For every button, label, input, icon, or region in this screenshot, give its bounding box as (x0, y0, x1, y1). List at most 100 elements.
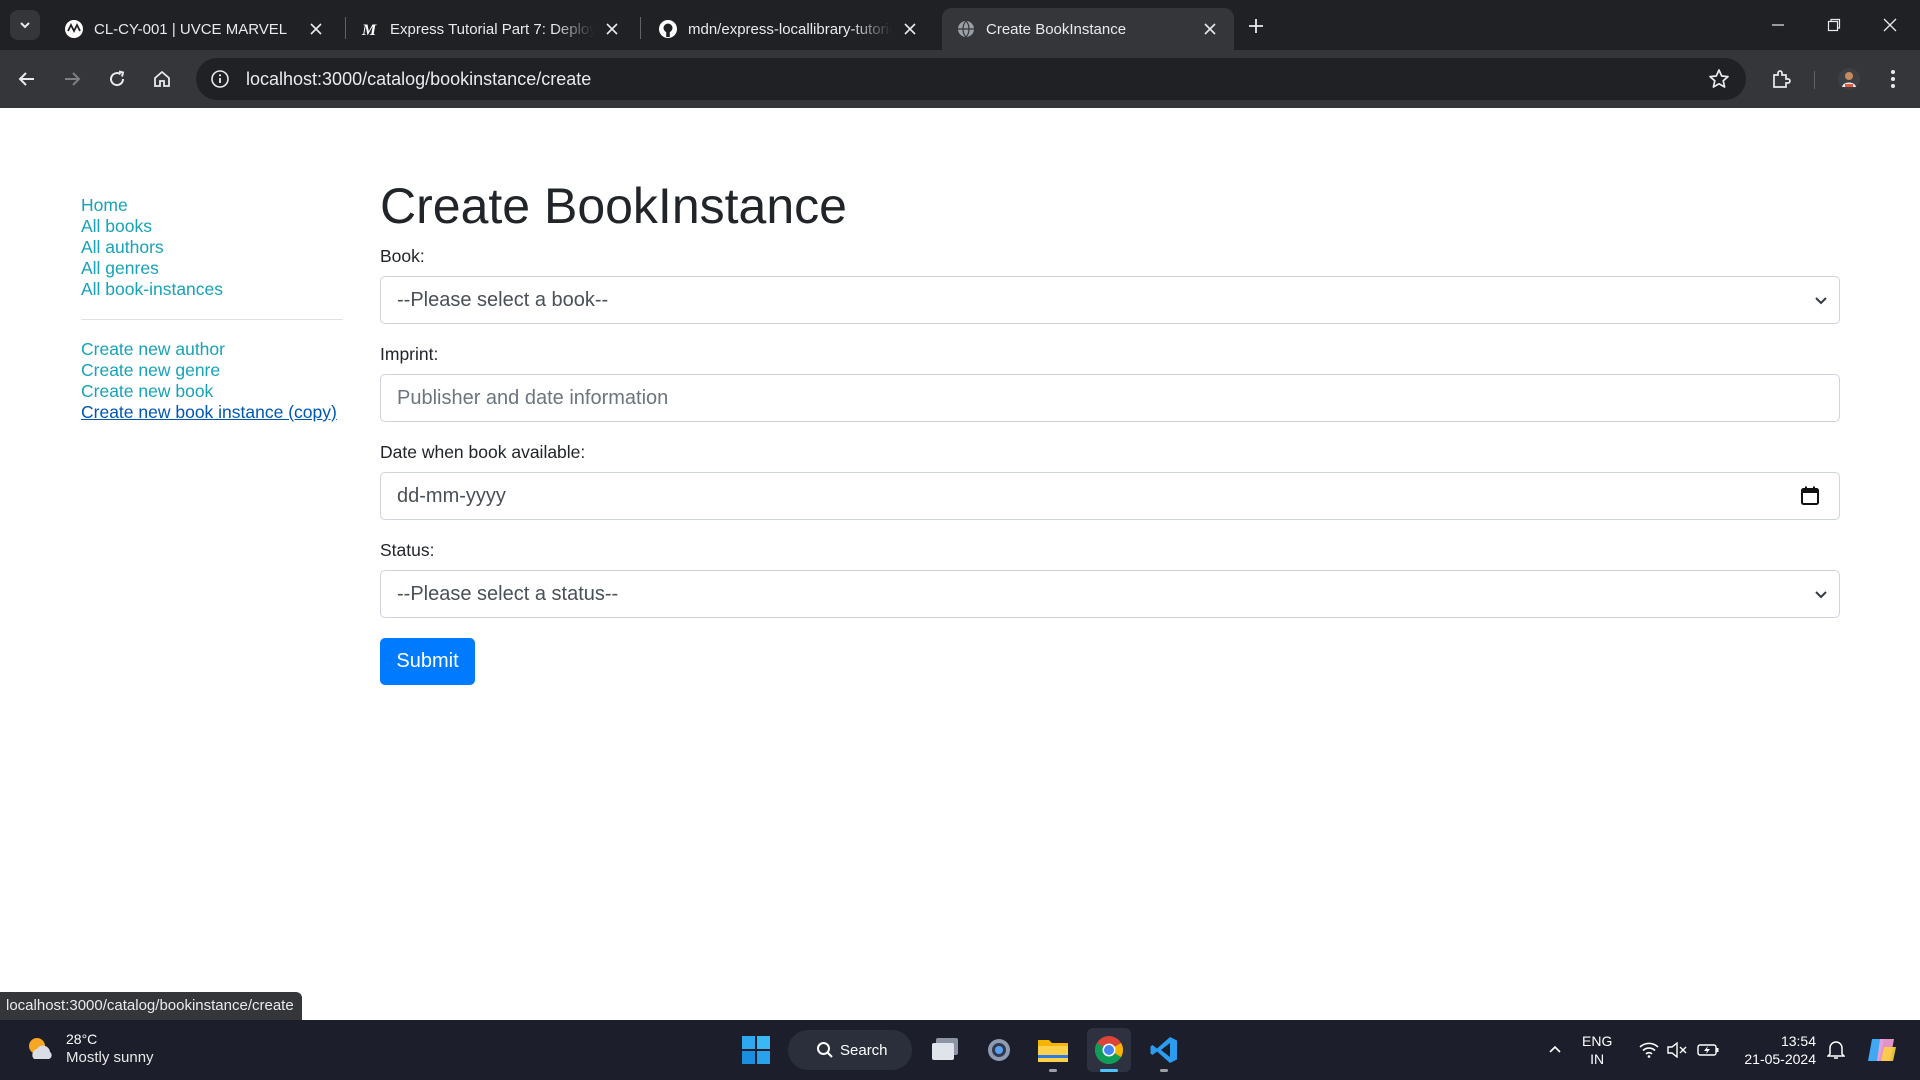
status-select-value: --Please select a status-- (397, 582, 619, 605)
close-window-button[interactable] (1862, 0, 1918, 50)
wifi-status[interactable] (1636, 1020, 1662, 1080)
show-hidden-icons-button[interactable] (1540, 1020, 1570, 1080)
link-status-bubble: localhost:3000/catalog/bookinstance/crea… (0, 992, 302, 1020)
windows-logo-icon (742, 1036, 770, 1064)
globe-icon (956, 19, 976, 39)
copilot-button[interactable] (1862, 1020, 1902, 1080)
close-icon (1883, 18, 1897, 32)
minimize-icon (1772, 24, 1784, 26)
arrow-right-icon (65, 72, 81, 86)
sidebar-link-create-genre[interactable]: Create new genre (81, 360, 220, 380)
bookmark-star-icon[interactable] (1708, 68, 1730, 90)
imprint-label: Imprint: (380, 344, 439, 364)
minimize-button[interactable] (1750, 0, 1806, 50)
taskbar-search[interactable]: Search (788, 1030, 912, 1070)
battery-charging-icon (1697, 1044, 1719, 1056)
sidebar-link-all-books[interactable]: All books (81, 216, 152, 236)
mdn-logo-icon: M (360, 19, 380, 39)
sidebar-link-create-book[interactable]: Create new book (81, 381, 213, 401)
status-field-group: Status: --Please select a status-- (380, 540, 1840, 618)
status-select[interactable]: --Please select a status-- (380, 570, 1840, 618)
windows-taskbar: 28°C Mostly sunny Search ENG IN 13:54 21… (0, 1020, 1920, 1080)
sidebar-link-all-authors[interactable]: All authors (81, 237, 164, 257)
battery-status[interactable] (1694, 1020, 1722, 1080)
volume-muted-icon (1667, 1042, 1687, 1058)
book-select[interactable]: --Please select a book-- (380, 276, 1840, 324)
tab-express-tutorial[interactable]: M Express Tutorial Part 7: Deploying (346, 8, 636, 50)
back-button[interactable] (10, 62, 44, 96)
tab-uvce-marvel[interactable]: CL-CY-001 | UVCE MARVEL (50, 8, 340, 50)
tab-create-bookinstance[interactable]: Create BookInstance (942, 8, 1234, 50)
taskbar-chrome[interactable] (1087, 1028, 1131, 1072)
sidebar-link-all-book-instances[interactable]: All book-instances (81, 279, 223, 299)
status-label: Status: (380, 540, 435, 560)
taskbar-search-label: Search (840, 1041, 888, 1059)
sidebar-link-create-author[interactable]: Create new author (81, 339, 225, 359)
tab-title: Express Tutorial Part 7: Deploying (390, 20, 594, 38)
taskbar-task-view[interactable] (923, 1028, 967, 1072)
submit-button[interactable]: Submit (380, 638, 475, 685)
forward-button[interactable] (55, 62, 89, 96)
close-tab-icon[interactable] (306, 19, 326, 39)
sidebar-link-all-genres[interactable]: All genres (81, 258, 159, 278)
weather-desc: Mostly sunny (66, 1049, 154, 1066)
copilot-icon (1868, 1039, 1896, 1061)
input-language-indicator[interactable]: ENG IN (1582, 1032, 1612, 1068)
puzzle-icon (1773, 70, 1791, 88)
browser-menu-button[interactable] (1876, 62, 1910, 96)
clock-date: 21-05-2024 (1744, 1051, 1816, 1067)
wifi-icon (1639, 1042, 1659, 1058)
sidebar-link-home[interactable]: Home (81, 195, 128, 215)
site-info-icon[interactable] (208, 67, 232, 91)
imprint-input[interactable]: Publisher and date information (380, 374, 1840, 422)
address-bar[interactable]: localhost:3000/catalog/bookinstance/crea… (196, 58, 1746, 100)
close-tab-icon[interactable] (1200, 19, 1220, 39)
volume-status[interactable] (1664, 1020, 1690, 1080)
marvel-logo-icon (64, 19, 84, 39)
weather-widget[interactable]: 28°C Mostly sunny (24, 1030, 154, 1067)
browser-tabstrip: CL-CY-001 | UVCE MARVEL M Express Tutori… (0, 0, 1920, 50)
plus-icon (1249, 19, 1263, 33)
gear-icon (988, 1039, 1010, 1061)
clock-time: 13:54 (1780, 1033, 1816, 1049)
avatar-icon (1838, 68, 1860, 90)
running-indicator (1049, 1069, 1057, 1072)
book-select-value: --Please select a book-- (397, 288, 609, 311)
restore-button[interactable] (1806, 0, 1862, 50)
due-date-input[interactable]: dd-mm-yyyy (380, 472, 1840, 520)
sidebar-nav: Home All books All authors All genres Al… (81, 195, 343, 423)
taskbar-file-explorer[interactable] (1031, 1028, 1075, 1072)
sidebar-link-create-book-instance[interactable]: Create new book instance (copy) (81, 402, 337, 422)
taskbar-vscode[interactable] (1142, 1028, 1186, 1072)
new-tab-button[interactable] (1242, 12, 1270, 40)
partly-sunny-icon (29, 1037, 52, 1059)
tab-github-repo[interactable]: mdn/express-locallibrary-tutorial (644, 8, 934, 50)
close-tab-icon[interactable] (900, 19, 920, 39)
language-code: ENG (1582, 1033, 1613, 1049)
home-button[interactable] (145, 62, 179, 96)
notifications-button[interactable] (1822, 1020, 1850, 1080)
extensions-button[interactable] (1764, 62, 1798, 96)
weather-temp: 28°C (66, 1031, 98, 1047)
sidebar-list-create: Create new author Create new genre Creat… (81, 339, 343, 423)
tab-search-button[interactable] (10, 10, 40, 40)
vscode-icon (1150, 1037, 1177, 1063)
imprint-placeholder: Publisher and date information (397, 386, 669, 409)
profile-button[interactable] (1832, 62, 1866, 96)
calendar-icon[interactable] (1799, 485, 1821, 507)
start-button[interactable] (734, 1028, 778, 1072)
close-tab-icon[interactable] (602, 19, 622, 39)
reload-button[interactable] (100, 62, 134, 96)
book-label: Book: (380, 246, 425, 266)
running-indicator (1100, 1069, 1118, 1072)
tab-separator (640, 17, 641, 39)
chrome-icon (1095, 1036, 1123, 1065)
imprint-field-group: Imprint: Publisher and date information (380, 344, 1840, 422)
github-icon (658, 19, 678, 39)
chevron-down-icon (1815, 591, 1827, 599)
bell-icon (1827, 1041, 1845, 1059)
restore-icon (1827, 18, 1841, 32)
system-clock[interactable]: 13:54 21-05-2024 (1730, 1032, 1816, 1068)
due-date-field-group: Date when book available: dd-mm-yyyy (380, 442, 1840, 520)
taskbar-settings[interactable] (977, 1028, 1021, 1072)
